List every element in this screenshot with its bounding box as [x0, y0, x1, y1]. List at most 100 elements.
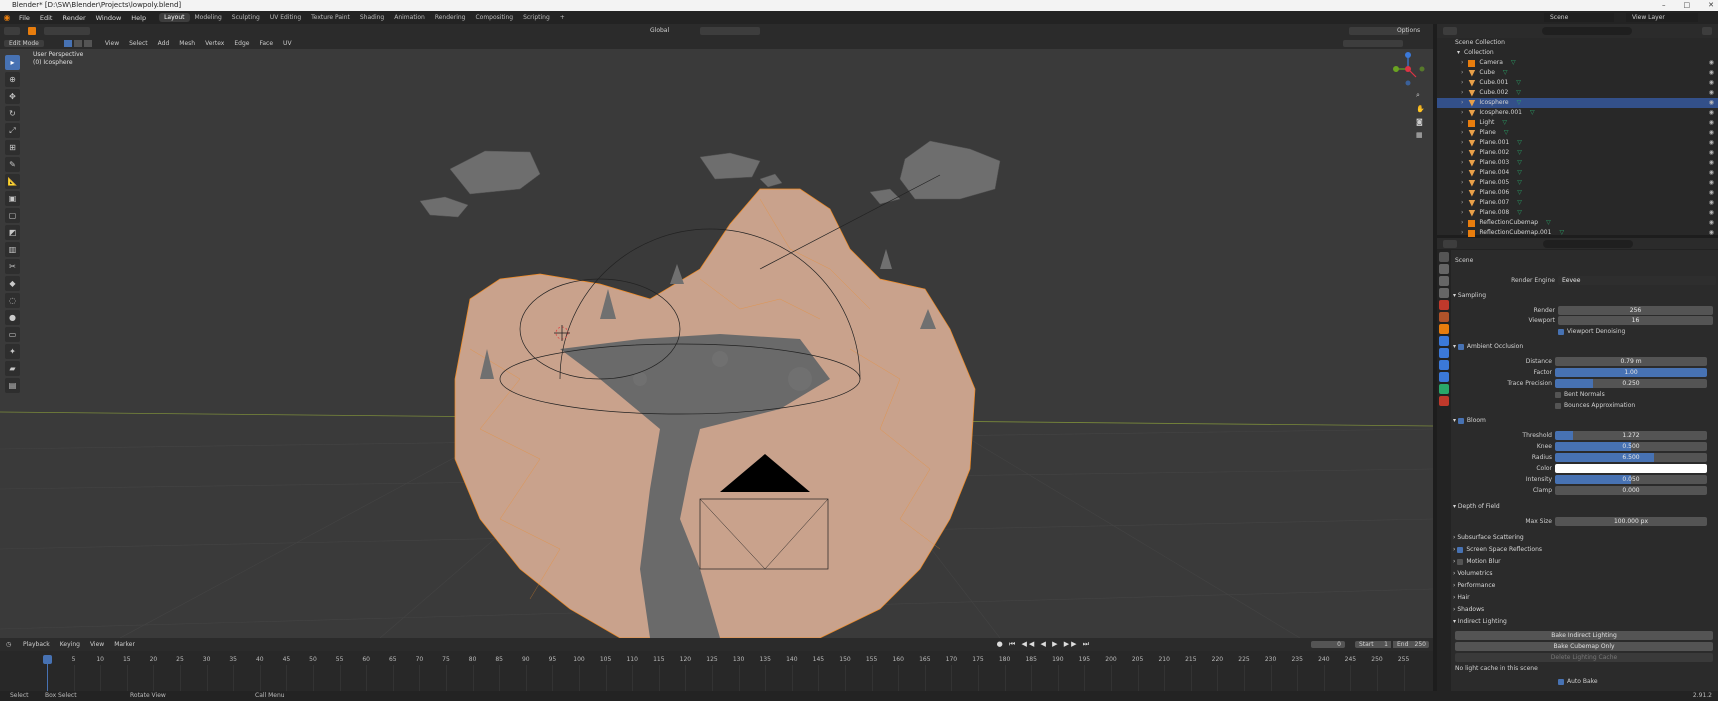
bent-normals-checkbox[interactable]: Bent Normals: [1555, 390, 1605, 399]
bake-cubemap-only-button[interactable]: Bake Cubemap Only: [1455, 642, 1713, 651]
render-engine-dropdown[interactable]: Eevee: [1558, 276, 1716, 285]
minimize-icon[interactable]: –: [1662, 0, 1666, 11]
object-data-icon[interactable]: ▽: [1516, 78, 1521, 88]
cursor-tool-icon[interactable]: ⊕: [5, 72, 20, 87]
ortho-grid-icon[interactable]: ▦: [1416, 131, 1425, 139]
bounces-approx-checkbox[interactable]: Bounces Approximation: [1555, 401, 1635, 410]
view-layer-tab-icon[interactable]: [1439, 288, 1449, 298]
filter-icon[interactable]: [1702, 27, 1712, 35]
bevel-tool-icon[interactable]: ◩: [5, 225, 20, 240]
outliner-item-reflectioncubemap-001[interactable]: › ReflectionCubemap.001 ▽ ◉: [1437, 228, 1718, 238]
object-data-icon[interactable]: ▽: [1517, 138, 1522, 148]
properties-search-input[interactable]: [1543, 240, 1633, 248]
object-data-icon[interactable]: ▽: [1511, 58, 1516, 68]
output-tab-icon[interactable]: [1439, 276, 1449, 286]
select-mode-edge[interactable]: [73, 40, 82, 47]
outliner-item-plane-005[interactable]: › Plane.005 ▽ ◉: [1437, 178, 1718, 188]
workspace-tab-texture-paint[interactable]: Texture Paint: [306, 13, 355, 22]
maximize-icon[interactable]: □: [1684, 0, 1691, 11]
tool-tab-icon[interactable]: [1439, 252, 1449, 262]
menu-select[interactable]: Select: [124, 40, 153, 47]
visibility-eye-icon[interactable]: ◉: [1709, 108, 1714, 118]
expand-arrow-icon[interactable]: ›: [1461, 98, 1463, 108]
edit-mode-dropdown[interactable]: Edit Mode: [4, 40, 44, 47]
menu-keying[interactable]: Keying: [55, 641, 85, 648]
spin-tool-icon[interactable]: ◌: [5, 293, 20, 308]
scale-tool-icon[interactable]: ⤢: [5, 123, 20, 138]
workspace-tab-sculpting[interactable]: Sculpting: [227, 13, 265, 22]
object-data-icon[interactable]: ▽: [1546, 218, 1551, 228]
sampling-render-field[interactable]: 256: [1558, 306, 1713, 315]
section-depth-of-field[interactable]: ▾ Depth of Field: [1453, 502, 1500, 511]
outliner-editor-icon[interactable]: [1443, 27, 1457, 35]
section-volumetrics[interactable]: › Volumetrics: [1453, 569, 1493, 578]
expand-arrow-icon[interactable]: ›: [1461, 68, 1463, 78]
delete-lighting-cache-button[interactable]: Delete Lighting Cache: [1455, 653, 1713, 662]
navigation-gizmo[interactable]: [1388, 49, 1428, 89]
expand-arrow-icon[interactable]: ›: [1461, 88, 1463, 98]
ao-factor-field[interactable]: 1.00: [1555, 368, 1707, 377]
expand-arrow-icon[interactable]: ›: [1461, 168, 1463, 178]
playback-controls[interactable]: ● ⏮ ◀◀ ◀ ▶ ▶▶ ⏭: [997, 640, 1091, 649]
smooth-tool-icon[interactable]: ●: [5, 310, 20, 325]
expand-arrow-icon[interactable]: ›: [1461, 138, 1463, 148]
visibility-eye-icon[interactable]: ◉: [1709, 58, 1714, 68]
expand-arrow-icon[interactable]: ›: [1461, 128, 1463, 138]
menu-timeline-view[interactable]: View: [85, 641, 109, 648]
object-data-icon[interactable]: ▽: [1517, 208, 1522, 218]
menu-edit[interactable]: Edit: [35, 14, 58, 22]
transform-tool-icon[interactable]: ⊞: [5, 140, 20, 155]
extrude-tool-icon[interactable]: ▣: [5, 191, 20, 206]
outliner-item-icosphere[interactable]: › Icosphere ▽ ◉: [1437, 98, 1718, 108]
section-bloom[interactable]: ▾ Bloom: [1453, 416, 1486, 425]
object-data-icon[interactable]: ▽: [1517, 198, 1522, 208]
workspace-tab-layout[interactable]: Layout: [159, 13, 190, 22]
material-tab-icon[interactable]: [1439, 396, 1449, 406]
object-data-icon[interactable]: ▽: [1559, 228, 1564, 238]
loop-cut-tool-icon[interactable]: ▥: [5, 242, 20, 257]
ao-distance-field[interactable]: 0.79 m: [1555, 357, 1707, 366]
object-data-icon[interactable]: ▽: [1517, 168, 1522, 178]
rotate-tool-icon[interactable]: ↻: [5, 106, 20, 121]
snapping-controls[interactable]: [700, 27, 760, 35]
auto-bake-checkbox[interactable]: Auto Bake: [1558, 677, 1598, 686]
visibility-eye-icon[interactable]: ◉: [1709, 218, 1714, 228]
expand-arrow-icon[interactable]: ›: [1461, 208, 1463, 218]
outliner-collection[interactable]: ▾ Collection: [1437, 48, 1718, 58]
outliner-item-cube-002[interactable]: › Cube.002 ▽ ◉: [1437, 88, 1718, 98]
object-data-icon[interactable]: ▽: [1517, 98, 1522, 108]
select-mode-vertex[interactable]: [63, 40, 72, 47]
expand-arrow-icon[interactable]: ›: [1461, 58, 1463, 68]
expand-arrow-icon[interactable]: ›: [1461, 198, 1463, 208]
section-screen-space-reflections[interactable]: › Screen Space Reflections: [1453, 545, 1542, 554]
zoom-icon[interactable]: ⌕: [1416, 91, 1425, 100]
pan-hand-icon[interactable]: ✋: [1416, 105, 1425, 113]
blender-logo-icon[interactable]: ◉: [0, 13, 14, 22]
menu-view[interactable]: View: [100, 40, 124, 47]
select-mode-face[interactable]: [83, 40, 92, 47]
bloom-radius-field[interactable]: 6.500: [1555, 453, 1707, 462]
visibility-eye-icon[interactable]: ◉: [1709, 168, 1714, 178]
object-data-icon[interactable]: ▽: [1516, 88, 1521, 98]
outliner-item-light[interactable]: › Light ▽ ◉: [1437, 118, 1718, 128]
menu-edge[interactable]: Edge: [229, 40, 254, 47]
visibility-eye-icon[interactable]: ◉: [1709, 178, 1714, 188]
object-data-icon[interactable]: ▽: [1517, 178, 1522, 188]
expand-arrow-icon[interactable]: ›: [1461, 118, 1463, 128]
menu-add[interactable]: Add: [153, 40, 175, 47]
edge-slide-tool-icon[interactable]: ▭: [5, 327, 20, 342]
section-shadows[interactable]: › Shadows: [1453, 605, 1484, 614]
menu-render[interactable]: Render: [57, 14, 90, 22]
rip-tool-icon[interactable]: ▤: [5, 378, 20, 393]
outliner-item-cube-001[interactable]: › Cube.001 ▽ ◉: [1437, 78, 1718, 88]
viewport-denoising-checkbox[interactable]: Viewport Denoising: [1558, 327, 1625, 336]
object-data-icon[interactable]: ▽: [1517, 188, 1522, 198]
move-tool-icon[interactable]: ✥: [5, 89, 20, 104]
expand-arrow-icon[interactable]: ›: [1461, 188, 1463, 198]
visibility-eye-icon[interactable]: ◉: [1709, 118, 1714, 128]
menu-mesh[interactable]: Mesh: [174, 40, 200, 47]
knife-tool-icon[interactable]: ✂: [5, 259, 20, 274]
expand-arrow-icon[interactable]: ›: [1461, 148, 1463, 158]
menu-marker[interactable]: Marker: [109, 641, 140, 648]
expand-arrow-icon[interactable]: ›: [1461, 218, 1463, 228]
